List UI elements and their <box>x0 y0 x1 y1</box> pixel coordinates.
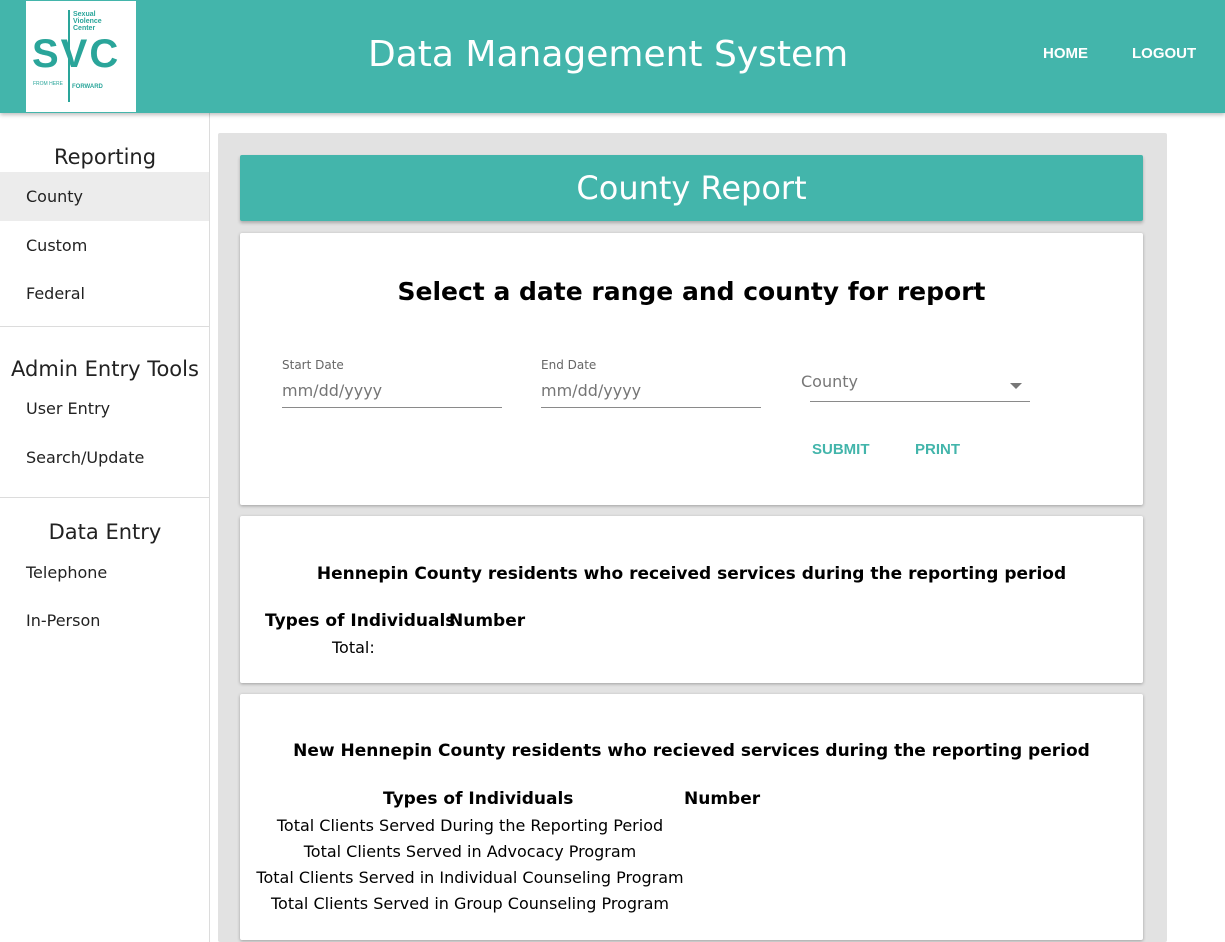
sidebar-item-custom[interactable]: Custom <box>0 221 209 270</box>
end-date-label: End Date <box>541 358 597 372</box>
table-row-label: Total Clients Served in Group Counseling… <box>271 894 669 913</box>
new-residents-report-card: New Hennepin County residents who reciev… <box>240 694 1143 940</box>
nav-logout-link[interactable]: LOGOUT <box>1132 45 1196 62</box>
logo-divider <box>68 10 70 102</box>
start-date-label: Start Date <box>282 358 344 372</box>
sidebar-item-county[interactable]: County <box>0 172 209 221</box>
sidebar-divider <box>0 326 209 327</box>
sidebar: Reporting County Custom Federal Admin En… <box>0 113 210 942</box>
svc-logo[interactable]: SVC Sexual Violence Center FROM HERE FOR… <box>26 1 136 112</box>
sidebar-heading-data-entry: Data Entry <box>48 520 162 544</box>
county-select[interactable]: County <box>801 369 1030 402</box>
column-header-types: Types of Individuals <box>265 611 456 631</box>
report-filter-card: Select a date range and county for repor… <box>240 233 1143 505</box>
start-date-input[interactable] <box>282 378 502 408</box>
column-header-types: Types of Individuals <box>383 789 574 809</box>
page-title: County Report <box>576 169 807 207</box>
page-title-bar: County Report <box>240 155 1143 221</box>
logo-org-line: Sexual <box>73 11 96 18</box>
logo-org-line: Center <box>73 25 96 32</box>
residents-report-card: Hennepin County residents who received s… <box>240 516 1143 683</box>
sidebar-item-search-update[interactable]: Search/Update <box>0 433 209 482</box>
main-panel: County Report Select a date range and co… <box>218 133 1167 942</box>
residents-heading: Hennepin County residents who received s… <box>316 564 1067 584</box>
column-header-number: Number <box>684 789 761 809</box>
filter-heading: Select a date range and county for repor… <box>397 277 986 306</box>
end-date-input[interactable] <box>541 378 761 408</box>
logo-tagline-right: FORWARD <box>72 84 103 90</box>
column-header-number: Number <box>449 611 526 631</box>
total-label: Total: <box>332 638 375 657</box>
table-row-label: Total Clients Served in Advocacy Program <box>303 842 637 861</box>
sidebar-divider <box>0 497 209 498</box>
sidebar-heading-admin: Admin Entry Tools <box>11 357 199 381</box>
sidebar-item-in-person[interactable]: In-Person <box>0 596 209 645</box>
sidebar-item-user-entry[interactable]: User Entry <box>0 384 209 433</box>
submit-button[interactable]: SUBMIT <box>812 441 870 458</box>
sidebar-heading-reporting: Reporting <box>53 145 157 169</box>
app-title: Data Management System <box>368 34 849 75</box>
logo-org-name: Sexual Violence Center <box>73 11 123 32</box>
logo-mark: SVC <box>32 32 121 76</box>
logo-org-line: Violence <box>73 18 102 25</box>
sidebar-item-federal[interactable]: Federal <box>0 269 209 318</box>
chevron-down-icon <box>1010 383 1022 389</box>
table-row-label: Total Clients Served in Individual Couns… <box>256 868 684 887</box>
logo-tagline-left: FROM HERE <box>33 81 63 87</box>
county-select-value: County <box>801 372 858 391</box>
app-header: SVC Sexual Violence Center FROM HERE FOR… <box>0 0 1225 113</box>
sidebar-item-telephone[interactable]: Telephone <box>0 548 209 597</box>
new-residents-heading: New Hennepin County residents who reciev… <box>293 741 1090 761</box>
table-row-label: Total Clients Served During the Reportin… <box>276 816 664 835</box>
print-button[interactable]: PRINT <box>915 441 960 458</box>
nav-home-link[interactable]: HOME <box>1043 45 1088 62</box>
